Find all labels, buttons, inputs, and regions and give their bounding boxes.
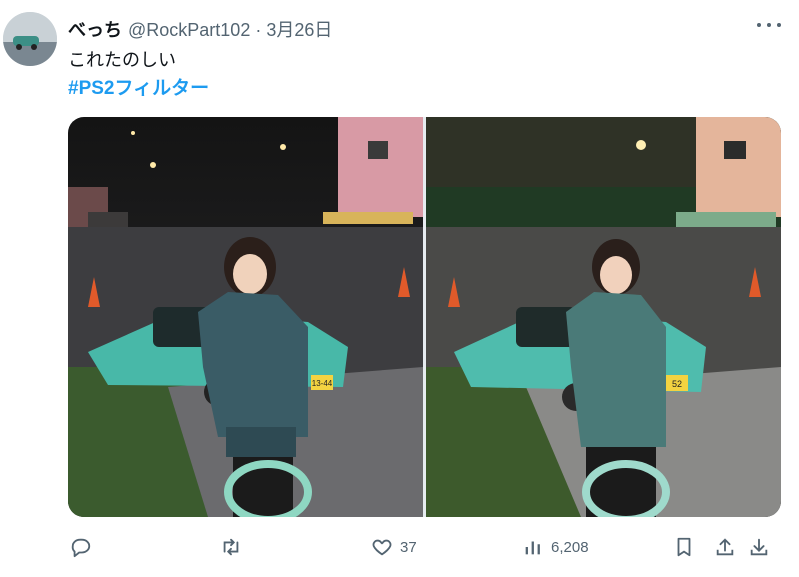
tweet-header: べっち @RockPart102 · 3月26日 <box>68 16 332 42</box>
svg-text:52: 52 <box>672 379 682 389</box>
display-name[interactable]: べっち <box>68 16 122 42</box>
bookmark-button[interactable] <box>673 536 695 558</box>
download-button[interactable] <box>748 536 770 558</box>
media-grid: 13-44 52 <box>68 117 781 517</box>
retweet-icon <box>223 538 239 556</box>
photo-real[interactable]: 13-44 <box>68 117 423 517</box>
avatar[interactable] <box>3 12 57 66</box>
action-bar: 37 6,208 <box>0 536 799 562</box>
bookmark-icon <box>677 537 691 557</box>
like-icon <box>372 539 392 556</box>
svg-text:13-44: 13-44 <box>312 379 333 388</box>
views-icon <box>525 541 540 555</box>
share-icon <box>716 538 734 556</box>
photo-ps2-filter[interactable]: 52 <box>426 117 781 517</box>
like-count: 37 <box>400 538 417 556</box>
views-count: 6,208 <box>551 538 589 556</box>
more-icon[interactable] <box>757 18 781 32</box>
retweet-button[interactable] <box>219 536 243 558</box>
share-button[interactable] <box>714 536 736 558</box>
download-icon <box>750 538 768 556</box>
views-button[interactable]: 6,208 <box>522 536 589 558</box>
reply-icon <box>71 538 91 558</box>
handle-and-date[interactable]: @RockPart102 · 3月26日 <box>128 16 332 42</box>
reply-button[interactable] <box>70 536 92 558</box>
hashtag-link[interactable]: #PS2フィルター <box>68 73 209 100</box>
like-button[interactable]: 37 <box>371 536 417 558</box>
tweet-text: これたのしい <box>68 50 176 70</box>
